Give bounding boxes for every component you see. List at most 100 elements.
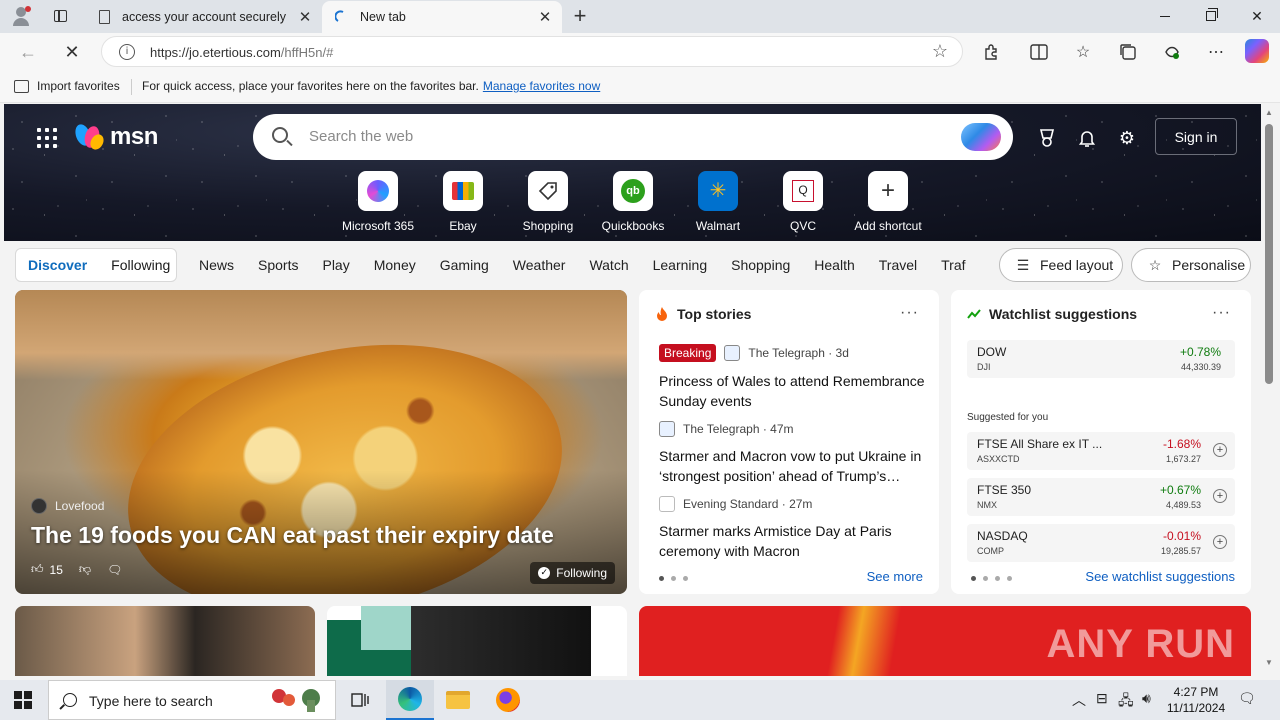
shortcut-microsoft-365[interactable]: Microsoft 365 — [333, 171, 423, 233]
add-to-watchlist-icon[interactable]: + — [1213, 443, 1227, 457]
hero-story-card[interactable]: Lovefood The 19 foods you CAN eat past t… — [15, 290, 627, 594]
shortcut-walmart[interactable]: ✳ Walmart — [673, 171, 763, 233]
more-options-icon[interactable]: ⋯ — [1205, 41, 1227, 63]
comment-icon[interactable]: 🗨︎ — [107, 563, 122, 577]
tab-discover[interactable]: Discover — [16, 257, 99, 273]
nav-shopping[interactable]: Shopping — [731, 257, 790, 273]
top-story-item[interactable]: The Telegraph · 47m Starmer and Macron v… — [659, 421, 927, 486]
dislike-icon[interactable]: 👎︎ — [79, 562, 91, 577]
favorites-icon[interactable]: ☆ — [1072, 41, 1094, 63]
story-title[interactable]: Princess of Wales to attend Remembrance … — [659, 371, 927, 411]
story-card-image[interactable] — [327, 606, 627, 676]
search-input[interactable]: Search the web — [253, 114, 1013, 160]
watchlist-row[interactable]: FTSE 350 NMX +0.67% 4,489.53 + — [967, 478, 1235, 516]
more-options-icon[interactable]: ··· — [900, 304, 919, 322]
extensions-icon[interactable] — [980, 41, 1002, 63]
copilot-icon[interactable] — [1245, 39, 1269, 63]
tab-access-account[interactable]: access your account securely ✕ — [84, 1, 322, 33]
nav-traffic[interactable]: Traf — [941, 257, 965, 273]
site-info-icon[interactable]: i — [119, 44, 135, 60]
settings-gear-icon[interactable]: ⚙ — [1115, 126, 1139, 150]
shortcut-quickbooks[interactable]: qb Quickbooks — [588, 171, 678, 233]
personalise-button[interactable]: ☆ Personalise — [1131, 248, 1251, 282]
watchlist-row[interactable]: DOW DJI +0.78% 44,330.39 — [967, 340, 1235, 378]
story-title[interactable]: Starmer and Macron vow to put Ukraine in… — [659, 446, 927, 486]
add-to-watchlist-icon[interactable]: + — [1213, 535, 1227, 549]
nav-money[interactable]: Money — [374, 257, 416, 273]
taskbar-search-input[interactable]: Type here to search — [48, 680, 336, 720]
ad-card-image[interactable]: ANY RUN — [639, 606, 1251, 676]
sign-in-button[interactable]: Sign in — [1155, 118, 1237, 155]
back-button[interactable]: ← — [14, 38, 42, 66]
shortcut-qvc[interactable]: Q QVC — [758, 171, 848, 233]
system-clock[interactable]: 4:27 PM 11/11/2024 — [1164, 684, 1228, 716]
task-view-icon[interactable] — [336, 680, 384, 720]
add-shortcut-button[interactable]: + Add shortcut — [843, 171, 933, 233]
scrollbar-thumb[interactable] — [1265, 124, 1273, 384]
add-to-watchlist-icon[interactable]: + — [1213, 489, 1227, 503]
page-scrollbar[interactable]: ▲ ▼ — [1261, 104, 1280, 676]
nav-weather[interactable]: Weather — [513, 257, 566, 273]
url-text[interactable]: https://jo.etertious.com/hffH5n/# — [150, 45, 333, 60]
nav-travel[interactable]: Travel — [879, 257, 917, 273]
story-card-image[interactable] — [15, 606, 315, 676]
firefox-icon[interactable] — [484, 680, 532, 720]
address-bar[interactable]: i https://jo.etertious.com/hffH5n/# ☆ — [101, 36, 963, 67]
restore-button[interactable] — [1188, 0, 1234, 32]
story-source[interactable]: Lovefood — [31, 498, 104, 514]
scroll-up-icon[interactable]: ▲ — [1265, 108, 1273, 117]
see-watchlist-link[interactable]: See watchlist suggestions — [1085, 569, 1235, 584]
nav-play[interactable]: Play — [322, 257, 349, 273]
top-story-item[interactable]: Breaking The Telegraph · 3d Princess of … — [659, 344, 927, 411]
watchlist-row[interactable]: FTSE All Share ex IT ... ASXXCTD -1.68% … — [967, 432, 1235, 470]
minimize-button[interactable] — [1142, 0, 1188, 32]
new-tab-button[interactable]: + — [568, 5, 592, 29]
tab-new-tab[interactable]: New tab ✕ — [322, 1, 562, 33]
notifications-icon[interactable] — [1075, 126, 1099, 150]
msn-logo[interactable]: msn — [72, 122, 158, 152]
volume-icon[interactable]: 🔊︎ — [1142, 690, 1151, 707]
show-hidden-icons[interactable]: ︿ — [1072, 690, 1086, 710]
see-more-link[interactable]: See more — [867, 569, 923, 584]
rewards-icon[interactable] — [1035, 126, 1059, 150]
manage-favorites-link[interactable]: Manage favorites now — [483, 79, 600, 93]
story-headline[interactable]: The 19 foods you CAN eat past their expi… — [31, 522, 554, 549]
copilot-search-icon[interactable] — [961, 123, 1001, 151]
shortcut-ebay[interactable]: Ebay — [418, 171, 508, 233]
split-screen-icon[interactable] — [1028, 41, 1050, 63]
import-favorites-button[interactable]: Import favorites — [14, 79, 120, 93]
nav-health[interactable]: Health — [814, 257, 854, 273]
following-button[interactable]: ✓ Following — [530, 562, 615, 584]
add-favorite-icon[interactable]: ☆ — [932, 41, 948, 62]
app-launcher-icon[interactable] — [37, 128, 57, 148]
tab-actions-icon[interactable] — [48, 6, 72, 28]
top-story-item[interactable]: Evening Standard · 27m Starmer marks Arm… — [659, 496, 927, 561]
suggested-label: Suggested for you — [967, 412, 1049, 423]
close-tab-icon[interactable]: ✕ — [534, 8, 556, 26]
edge-taskbar-icon[interactable] — [386, 680, 434, 720]
collections-icon[interactable] — [1117, 41, 1139, 63]
file-explorer-icon[interactable] — [434, 680, 482, 720]
story-title[interactable]: Starmer marks Armistice Day at Paris cer… — [659, 521, 927, 561]
feed-layout-button[interactable]: ☰ Feed layout — [999, 248, 1123, 282]
nav-news[interactable]: News — [199, 257, 234, 273]
scroll-down-icon[interactable]: ▼ — [1265, 658, 1273, 667]
network-icon[interactable]: 🖧︎ — [1118, 690, 1134, 714]
more-options-icon[interactable]: ··· — [1212, 304, 1231, 322]
browser-essentials-icon[interactable] — [1161, 41, 1183, 63]
nav-sports[interactable]: Sports — [258, 257, 298, 273]
close-tab-icon[interactable]: ✕ — [294, 8, 316, 26]
nav-watch[interactable]: Watch — [589, 257, 628, 273]
stop-loading-button[interactable]: ✕ — [58, 38, 86, 66]
tab-following[interactable]: Following — [99, 257, 182, 273]
nav-learning[interactable]: Learning — [653, 257, 708, 273]
network-drive-icon[interactable]: ⊟ — [1096, 690, 1108, 707]
windows-start-icon[interactable] — [14, 691, 32, 709]
profile-icon[interactable] — [8, 4, 34, 28]
like-icon[interactable]: 👍︎ — [31, 562, 44, 577]
close-window-button[interactable]: ✕ — [1234, 0, 1280, 32]
nav-gaming[interactable]: Gaming — [440, 257, 489, 273]
notifications-center-icon[interactable]: 🗨︎ — [1238, 690, 1256, 707]
watchlist-row[interactable]: NASDAQ COMP -0.01% 19,285.57 + — [967, 524, 1235, 562]
shortcut-shopping[interactable]: Shopping — [503, 171, 593, 233]
